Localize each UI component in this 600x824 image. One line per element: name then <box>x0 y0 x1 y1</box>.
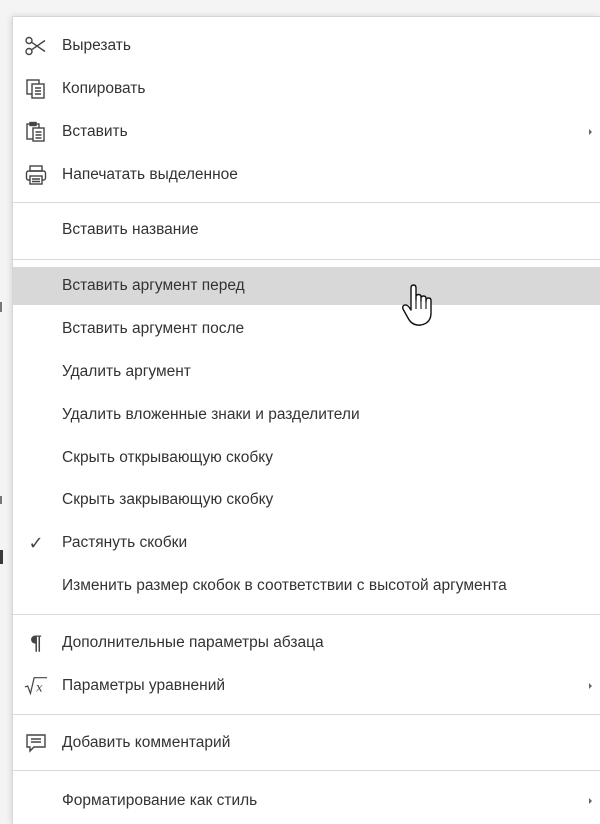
menu-item-delete-nested-signs[interactable]: Удалить вложенные знаки и разделители <box>13 398 600 432</box>
menu-item-hide-opening-bracket[interactable]: Скрыть открывающую скобку <box>13 441 600 475</box>
menu-item-label: Вставить название <box>62 221 199 238</box>
menu-separator <box>13 714 600 715</box>
copy-icon <box>24 77 48 101</box>
menu-item-hide-closing-bracket[interactable]: Скрыть закрывающую скобку <box>13 483 600 517</box>
document-fragment <box>0 302 2 312</box>
menu-item-cut[interactable]: Вырезать <box>13 29 600 63</box>
menu-item-label: Форматирование как стиль <box>62 792 258 809</box>
svg-text:x: x <box>36 681 43 695</box>
menu-item-label: Параметры уравнений <box>62 677 226 694</box>
menu-item-label: Дополнительные параметры абзаца <box>62 634 324 651</box>
menu-item-label: Напечатать выделенное <box>62 166 238 183</box>
menu-item-insert-argument-after[interactable]: Вставить аргумент после <box>13 312 600 346</box>
comment-icon <box>24 731 48 755</box>
menu-separator <box>13 202 600 203</box>
menu-item-label: Изменить размер скобок в соответствии с … <box>62 577 507 594</box>
menu-item-delete-argument[interactable]: Удалить аргумент <box>13 355 600 389</box>
menu-item-stretch-brackets[interactable]: ✓ Растянуть скобки <box>13 526 600 560</box>
submenu-arrow-icon <box>589 683 592 689</box>
checkmark-icon: ✓ <box>28 532 44 554</box>
menu-item-label: Удалить вложенные знаки и разделители <box>62 406 360 423</box>
menu-item-label: Вырезать <box>62 37 131 54</box>
menu-item-copy[interactable]: Копировать <box>13 72 600 106</box>
document-fragment <box>0 550 3 564</box>
paste-icon <box>24 120 48 144</box>
menu-item-label: Скрыть открывающую скобку <box>62 449 273 466</box>
document-fragment <box>0 496 2 504</box>
menu-item-add-comment[interactable]: Добавить комментарий <box>13 726 600 760</box>
menu-item-print-selection[interactable]: Напечатать выделенное <box>13 158 600 192</box>
pilcrow-icon: ¶ <box>29 631 43 655</box>
menu-item-insert-argument-before[interactable]: Вставить аргумент перед <box>13 267 600 305</box>
context-menu: Вырезать Копировать Вставить Напечатать … <box>12 16 600 824</box>
menu-item-label: Растянуть скобки <box>62 534 188 551</box>
menu-item-label: Удалить аргумент <box>62 363 191 380</box>
menu-item-label: Добавить комментарий <box>62 734 231 751</box>
hand-pointer-cursor-icon <box>402 284 432 326</box>
menu-item-label: Вставить <box>62 123 128 140</box>
submenu-arrow-icon <box>589 798 592 804</box>
menu-item-paste[interactable]: Вставить <box>13 115 600 149</box>
menu-item-paragraph-settings[interactable]: ¶ Дополнительные параметры абзаца <box>13 626 600 660</box>
menu-item-equation-settings[interactable]: x Параметры уравнений <box>13 669 600 703</box>
menu-item-label: Скрыть закрывающую скобку <box>62 491 274 508</box>
scissors-icon <box>24 34 48 58</box>
menu-separator <box>13 614 600 615</box>
menu-item-format-as-style[interactable]: Форматирование как стиль <box>13 784 600 818</box>
menu-separator <box>13 259 600 260</box>
submenu-arrow-icon <box>589 129 592 135</box>
menu-item-insert-caption[interactable]: Вставить название <box>13 213 600 247</box>
menu-separator <box>13 770 600 771</box>
menu-item-label: Вставить аргумент после <box>62 320 245 337</box>
menu-item-resize-brackets[interactable]: Изменить размер скобок в соответствии с … <box>13 569 600 603</box>
printer-icon <box>24 163 48 187</box>
menu-item-label: Копировать <box>62 80 146 97</box>
square-root-icon: x <box>24 674 48 698</box>
menu-item-label: Вставить аргумент перед <box>62 277 245 294</box>
